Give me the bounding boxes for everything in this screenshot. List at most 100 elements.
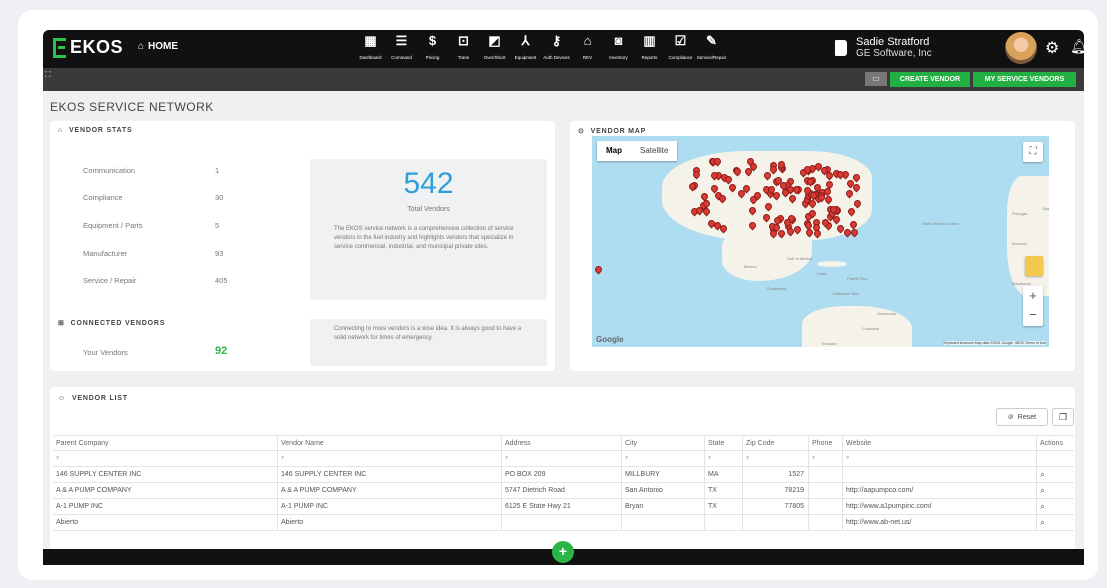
- ekos-logo[interactable]: EKOS: [53, 37, 123, 58]
- view-vendor-icon[interactable]: ⌕: [1037, 499, 1074, 514]
- expand-icon[interactable]: ⛶: [45, 70, 51, 80]
- reports-icon: ▥: [643, 33, 656, 48]
- vendor-pin[interactable]: [593, 264, 604, 275]
- nav-item-label: Command: [391, 55, 412, 60]
- column-header[interactable]: Phone: [809, 436, 843, 450]
- table-cell: 6125 E State Hwy 21: [502, 499, 622, 514]
- view-vendor-icon[interactable]: ⌕: [1037, 515, 1074, 530]
- table-cell: [809, 483, 843, 498]
- column-header[interactable]: Website: [843, 436, 1037, 450]
- your-vendors-label: Your Vendors: [83, 348, 128, 357]
- map-label: Gulf of Mexico: [787, 256, 813, 261]
- column-header[interactable]: Zip Code: [743, 436, 809, 450]
- column-filter-input[interactable]: ⌕: [53, 451, 278, 466]
- table-row[interactable]: A & A PUMP COMPANY A & A PUMP COMPANY 5747…: [53, 483, 1074, 499]
- add-button[interactable]: +: [552, 541, 574, 563]
- nav-item-pricing[interactable]: $ Pricing: [417, 33, 448, 60]
- column-header[interactable]: Parent Company: [53, 436, 278, 450]
- tab-satellite[interactable]: Satellite: [631, 141, 677, 161]
- video-icon[interactable]: ▭: [865, 72, 887, 86]
- rev-icon: ⌂: [583, 33, 592, 48]
- vendor-map[interactable]: Mexico North Atlantic Ocean Portugal Morocc…: [592, 136, 1049, 347]
- home-link[interactable]: ⌂ HOME: [138, 41, 178, 52]
- table-cell: [809, 515, 843, 530]
- column-filter-input[interactable]: ⌕: [622, 451, 705, 466]
- map-label: Portugal: [1012, 211, 1027, 216]
- copy-icon[interactable]: ❐: [1052, 408, 1074, 426]
- column-header[interactable]: Vendor Name: [278, 436, 502, 450]
- nav-item-service-repair[interactable]: ✎ Service/Repair: [696, 33, 727, 60]
- table-cell: A-1 PUMP INC: [278, 499, 502, 514]
- pegman-icon[interactable]: [1025, 256, 1043, 276]
- column-header[interactable]: State: [705, 436, 743, 450]
- nav-item-rev[interactable]: ⌂ REV: [572, 33, 603, 60]
- table-cell: [809, 499, 843, 514]
- table-cell: MA: [705, 467, 743, 482]
- column-filter-input[interactable]: ⌕: [809, 451, 843, 466]
- nav-item-auth-devices[interactable]: ⚷ Auth Devices: [541, 33, 572, 60]
- top-navbar: EKOS ⌂ HOME ▦ Dashboard ☰ Command $ Pricing ⊡ T…: [43, 30, 1084, 68]
- nav-item-reports[interactable]: ▥ Reports: [634, 33, 665, 60]
- table-cell: Bryan: [622, 499, 705, 514]
- your-vendors-count: 92: [215, 345, 228, 357]
- action-bar: ⛶ ▭ CREATE VENDOR MY SERVICE VENDORS: [43, 68, 1084, 91]
- vendor-list-heading: ☺ VENDOR LIST: [58, 395, 128, 402]
- connect-note-panel: Connecting to more vendors is a wise ide…: [310, 319, 547, 366]
- zoom-in-icon[interactable]: +: [1023, 286, 1043, 306]
- map-attribution[interactable]: Keyboard shortcuts Map data ©2021 Google…: [943, 341, 1046, 345]
- column-header[interactable]: Actions: [1037, 436, 1074, 450]
- table-cell: [502, 515, 622, 530]
- bell-icon[interactable]: 🔔︎: [1070, 38, 1084, 55]
- connected-vendors-heading: ⊞ CONNECTED VENDORS: [58, 319, 166, 328]
- my-service-vendors-button[interactable]: MY SERVICE VENDORS: [973, 72, 1076, 87]
- column-header[interactable]: City: [622, 436, 705, 450]
- dashboard-icon: ▦: [364, 33, 377, 48]
- page-title: EKOS SERVICE NETWORK: [50, 100, 214, 114]
- table-cell: A & A PUMP COMPANY: [53, 483, 278, 498]
- table-cell: 146 SUPPLY CENTER INC: [278, 467, 502, 482]
- nav-item-equipment[interactable]: ⅄ Equipment: [510, 33, 541, 60]
- total-vendors-count: 542: [403, 167, 454, 200]
- table-row[interactable]: Abierto Abierto http://www.ab-net.us/⌕: [53, 515, 1074, 531]
- gear-icon[interactable]: ⚙: [1045, 38, 1059, 58]
- filter-row: ⌕ ⌕ ⌕ ⌕ ⌕ ⌕ ⌕ ⌕: [53, 451, 1074, 467]
- table-row[interactable]: 146 SUPPLY CENTER INC 146 SUPPLY CENTER I…: [53, 467, 1074, 483]
- fullscreen-icon[interactable]: ⛶: [1023, 142, 1043, 162]
- nav-item-compliance[interactable]: ☑ Compliance: [665, 33, 696, 60]
- nav-item-dashboard[interactable]: ▦ Dashboard: [355, 33, 386, 60]
- view-vendor-icon[interactable]: ⌕: [1037, 467, 1074, 482]
- table-cell: San Antonio: [622, 483, 705, 498]
- nav-item-command[interactable]: ☰ Command: [386, 33, 417, 60]
- stat-value: 405: [215, 276, 228, 285]
- column-filter-input[interactable]: ⌕: [843, 451, 1037, 466]
- avatar[interactable]: [1005, 32, 1037, 64]
- user-menu[interactable]: Sadie Stratford GE Software, Inc: [835, 36, 932, 59]
- zoom-out-icon[interactable]: −: [1023, 306, 1043, 324]
- zoom-controls: + −: [1023, 286, 1043, 326]
- reset-button[interactable]: ⊘ Reset: [996, 408, 1048, 426]
- column-filter-input[interactable]: ⌕: [278, 451, 502, 466]
- map-label: Venezuela: [877, 311, 896, 316]
- nav-item-trans[interactable]: ⊡ Trans: [448, 33, 479, 60]
- column-filter-input[interactable]: ⌕: [743, 451, 809, 466]
- compliance-icon: ☑: [674, 33, 687, 48]
- nav-item-label: REV: [582, 55, 593, 60]
- table-row[interactable]: A-1 PUMP INC A-1 PUMP INC 6125 E State Hwy…: [53, 499, 1074, 515]
- column-filter-input[interactable]: ⌕: [502, 451, 622, 466]
- nav-item-over-short[interactable]: ◩ Over/Short: [479, 33, 510, 60]
- tab-map[interactable]: Map: [597, 141, 631, 161]
- nav-item-label: Reports: [641, 55, 658, 60]
- map-label: Colombia: [862, 326, 879, 331]
- view-vendor-icon[interactable]: ⌕: [1037, 483, 1074, 498]
- column-filter-input[interactable]: ⌕: [705, 451, 743, 466]
- nav-item-label: Service/Repair: [696, 55, 727, 60]
- nav-item-inventory[interactable]: ◙ Inventory: [603, 33, 634, 60]
- nav-item-label: Compliance: [668, 55, 693, 60]
- nav-item-label: Auth Devices: [543, 55, 570, 60]
- table-cell: http://aapumpco.com/: [843, 483, 1037, 498]
- create-vendor-button[interactable]: CREATE VENDOR: [890, 72, 970, 87]
- stat-value: 1: [215, 166, 220, 175]
- table-cell: TX: [705, 499, 743, 514]
- column-header[interactable]: Address: [502, 436, 622, 450]
- overshort-icon: ◩: [488, 33, 501, 48]
